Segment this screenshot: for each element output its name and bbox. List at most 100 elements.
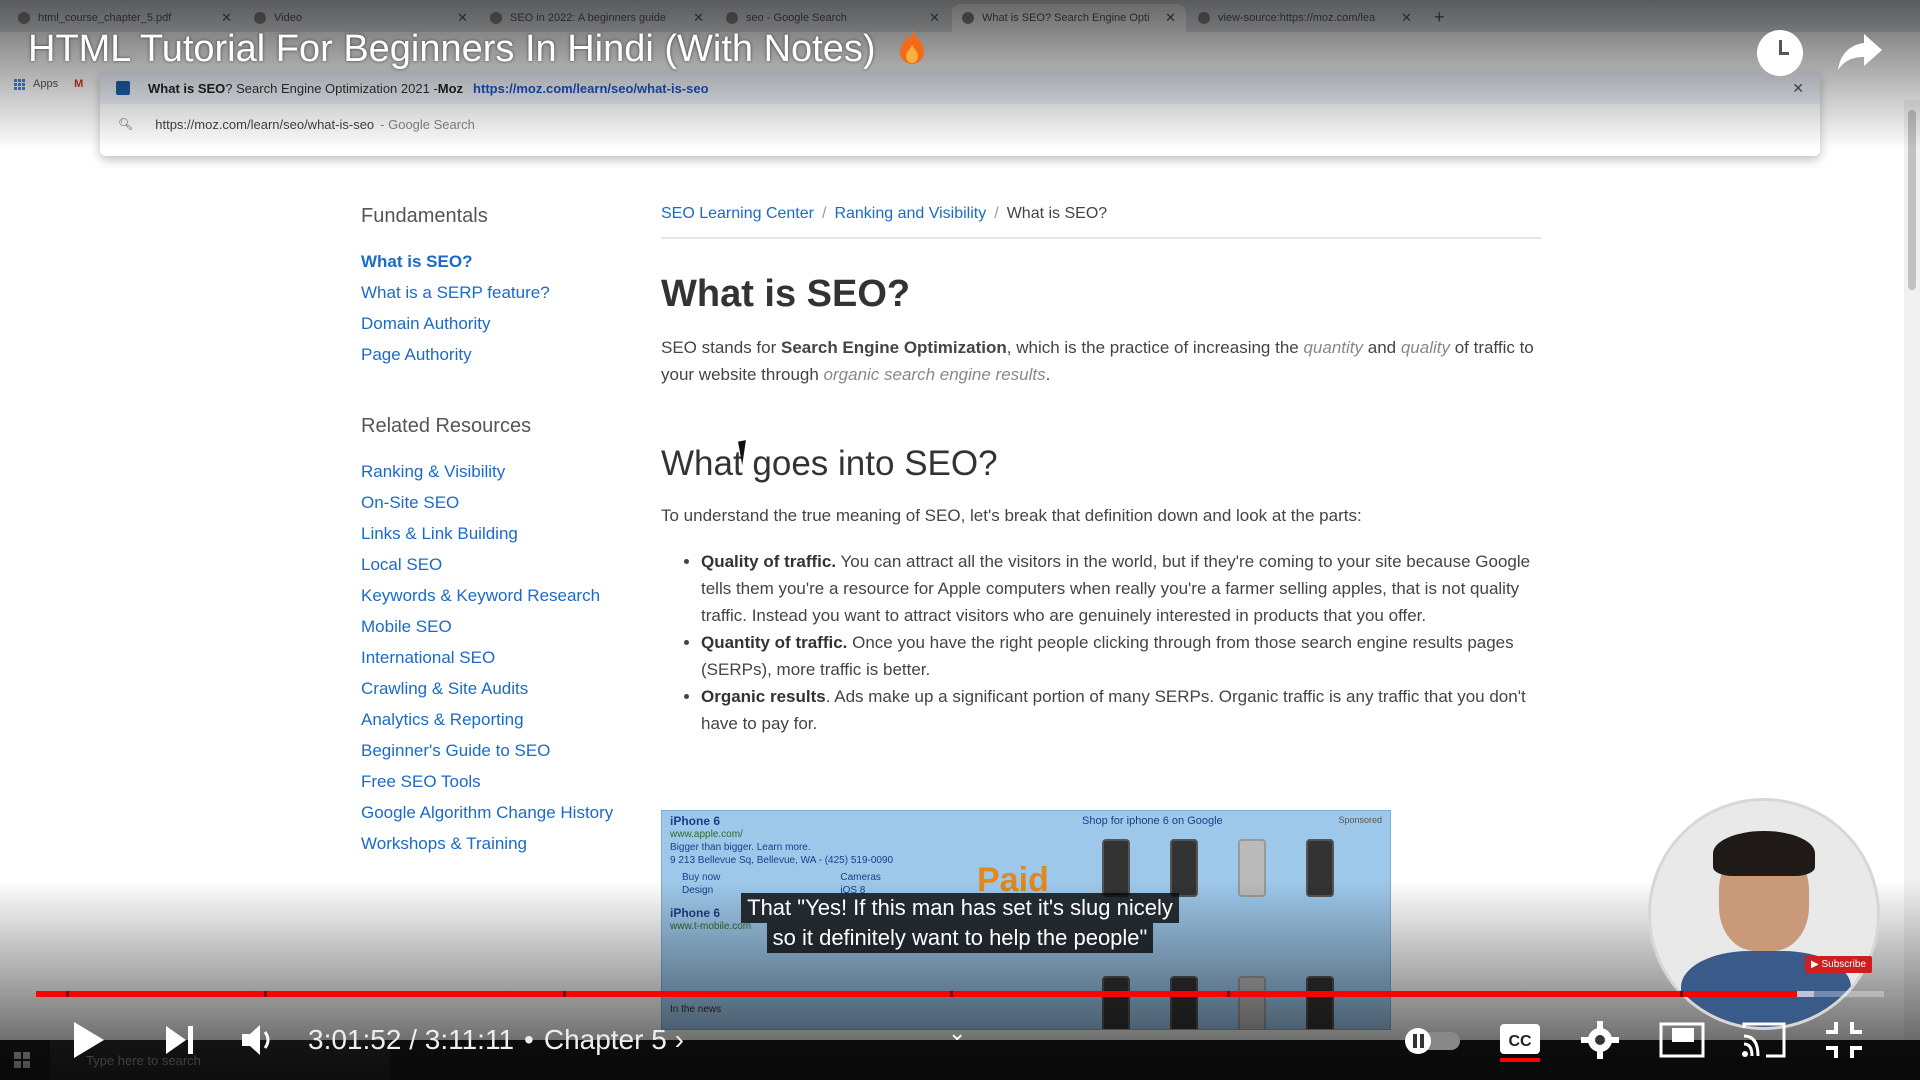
related-resource-link[interactable]: Mobile SEO xyxy=(361,611,641,642)
definition-item: Quantity of traffic. Once you have the r… xyxy=(701,629,1541,683)
intro-italic: organic search engine results xyxy=(823,365,1046,384)
settings-gear-icon[interactable] xyxy=(1578,1018,1622,1062)
volume-icon[interactable] xyxy=(238,1018,278,1062)
omnibox-search-row[interactable]: 🔍︎ https://moz.com/learn/seo/what-is-seo… xyxy=(100,104,1820,144)
definition-item: Organic results. Ads make up a significa… xyxy=(701,683,1541,737)
omnibox-suggestion[interactable]: What is SEO ? Search Engine Optimization… xyxy=(100,72,1820,104)
progress-bar[interactable] xyxy=(36,991,1884,997)
tab-label: html_course_chapter_5.pdf xyxy=(38,12,172,24)
intro-bold: Search Engine Optimization xyxy=(781,338,1007,357)
chapter-marker xyxy=(1680,991,1683,997)
apps-bookmark[interactable]: Apps xyxy=(33,78,58,90)
subscribe-label: Subscribe xyxy=(1821,959,1866,970)
intro-text: . xyxy=(1045,365,1051,384)
separator-dot: • xyxy=(524,1024,534,1055)
definition-term: Quality of traffic. xyxy=(701,552,837,571)
tab-label: Video xyxy=(274,12,302,24)
cast-icon[interactable] xyxy=(1740,1018,1788,1062)
related-resource-link[interactable]: Analytics & Reporting xyxy=(361,704,641,735)
article: SEO Learning Center / Ranking and Visibili… xyxy=(661,205,1541,737)
presenter-hair xyxy=(1713,831,1815,876)
related-resource-link[interactable]: Free SEO Tools xyxy=(361,766,641,797)
chevron-down-icon[interactable]: ⌄ xyxy=(948,1020,966,1046)
miniplayer-icon[interactable] xyxy=(1658,1018,1706,1062)
tab-close-icon[interactable]: ✕ xyxy=(221,10,232,26)
apps-grid-icon[interactable] xyxy=(14,78,25,90)
play-icon[interactable] xyxy=(68,1018,108,1062)
related-resource-link[interactable]: Links & Link Building xyxy=(361,518,641,549)
next-video-icon[interactable] xyxy=(160,1018,200,1062)
related-resource-link[interactable]: Ranking & Visibility xyxy=(361,456,641,487)
scrollbar-thumb[interactable] xyxy=(1908,110,1916,290)
related-resource-link[interactable]: Beginner's Guide to SEO xyxy=(361,735,641,766)
intro-italic: quantity xyxy=(1303,338,1364,357)
new-tab-button[interactable]: + xyxy=(1424,7,1455,32)
google-search-suffix: - Google Search xyxy=(380,116,475,132)
chapter-marker xyxy=(66,991,69,997)
chapter-marker xyxy=(950,991,953,997)
related-resource-link[interactable]: Google Algorithm Change History xyxy=(361,797,641,828)
tab-favicon-icon xyxy=(1198,12,1210,24)
sidebar-link[interactable]: Domain Authority xyxy=(361,308,641,339)
exit-fullscreen-icon[interactable] xyxy=(1822,1018,1866,1062)
breadcrumb-ranking[interactable]: Ranking and Visibility xyxy=(834,205,986,222)
typed-url: https://moz.com/learn/seo/what-is-seo xyxy=(155,116,375,132)
browser-tab[interactable]: view-source:https://moz.com/lea ✕ xyxy=(1188,4,1422,32)
duration: 3:11:11 xyxy=(424,1024,515,1055)
definition-list: Quality of traffic. You can attract all … xyxy=(661,548,1541,737)
moz-favicon-icon xyxy=(116,81,130,95)
sidebar: Fundamentals What is SEO? What is a SERP … xyxy=(361,205,641,859)
tab-label: seo - Google Search xyxy=(746,12,847,24)
related-resource-link[interactable]: International SEO xyxy=(361,642,641,673)
related-resources-list: Ranking & Visibility On-Site SEO Links & L… xyxy=(361,456,641,859)
tab-close-icon[interactable]: ✕ xyxy=(1401,10,1412,26)
share-arrow-icon[interactable] xyxy=(1836,30,1884,74)
shopping-title: Shop for iphone 6 on Google xyxy=(1082,815,1223,827)
watch-later-clock-icon[interactable] xyxy=(1757,30,1803,76)
related-resource-link[interactable]: Keywords & Keyword Research xyxy=(361,580,641,611)
definition-term: Quantity of traffic. xyxy=(701,633,848,652)
related-resource-link[interactable]: Workshops & Training xyxy=(361,828,641,859)
remove-suggestion-icon[interactable]: ✕ xyxy=(1792,80,1804,97)
sidebar-link[interactable]: What is a SERP feature? xyxy=(361,277,641,308)
intro-italic: quality xyxy=(1400,338,1450,357)
ad-description: Bigger than bigger. Learn more. xyxy=(670,842,811,853)
browser-tab[interactable]: What is SEO? Search Engine Opti ✕ xyxy=(952,4,1186,32)
video-title[interactable]: HTML Tutorial For Beginners In Hindi (Wi… xyxy=(28,28,926,71)
related-resource-link[interactable]: Local SEO xyxy=(361,549,641,580)
suggestion-url: https://moz.com/learn/seo/what-is-seo xyxy=(473,80,709,96)
caption-line-1: That "Yes! If this man has set it's slug… xyxy=(741,893,1179,923)
tab-favicon-icon xyxy=(726,12,738,24)
tab-close-icon[interactable]: ✕ xyxy=(929,10,940,26)
breadcrumb-learning-center[interactable]: SEO Learning Center xyxy=(661,205,814,222)
closed-captions-icon[interactable]: CC xyxy=(1498,1018,1542,1062)
tab-close-icon[interactable]: ✕ xyxy=(457,10,468,26)
ad-url: www.apple.com/ xyxy=(670,829,743,840)
breadcrumb-separator: / xyxy=(821,205,827,222)
breadcrumb-current: What is SEO? xyxy=(1006,205,1108,222)
progress-played xyxy=(36,991,1798,997)
page-title: What is SEO? xyxy=(661,273,911,315)
subscribe-button[interactable]: ▶ Subscribe xyxy=(1805,956,1872,973)
breadcrumb: SEO Learning Center / Ranking and Visibili… xyxy=(661,205,1541,239)
tab-favicon-icon xyxy=(962,12,974,24)
breadcrumb-separator: / xyxy=(994,205,999,222)
tab-label: What is SEO? Search Engine Opti xyxy=(982,12,1150,24)
suggestion-title: ? Search Engine Optimization 2021 - xyxy=(225,80,438,96)
shopping-products xyxy=(1102,839,1334,897)
sidebar-link[interactable]: Page Authority xyxy=(361,339,641,370)
gmail-icon[interactable]: M xyxy=(74,78,83,90)
tab-close-icon[interactable]: ✕ xyxy=(1165,10,1176,26)
fundamentals-heading: Fundamentals xyxy=(361,205,488,227)
ad-title: iPhone 6 xyxy=(670,814,721,828)
autoplay-toggle[interactable] xyxy=(1402,1018,1464,1062)
progress-loaded xyxy=(1797,991,1814,997)
suggestion-title-bold: What is SEO xyxy=(148,80,226,96)
tab-close-icon[interactable]: ✕ xyxy=(693,10,704,26)
related-resource-link[interactable]: On-Site SEO xyxy=(361,487,641,518)
sidebar-link[interactable]: What is SEO? xyxy=(361,246,641,277)
related-resource-link[interactable]: Crawling & Site Audits xyxy=(361,673,641,704)
fire-emoji-icon xyxy=(900,30,925,64)
chapter-title[interactable]: Chapter 5 xyxy=(544,1024,667,1055)
chapter-marker xyxy=(264,991,267,997)
